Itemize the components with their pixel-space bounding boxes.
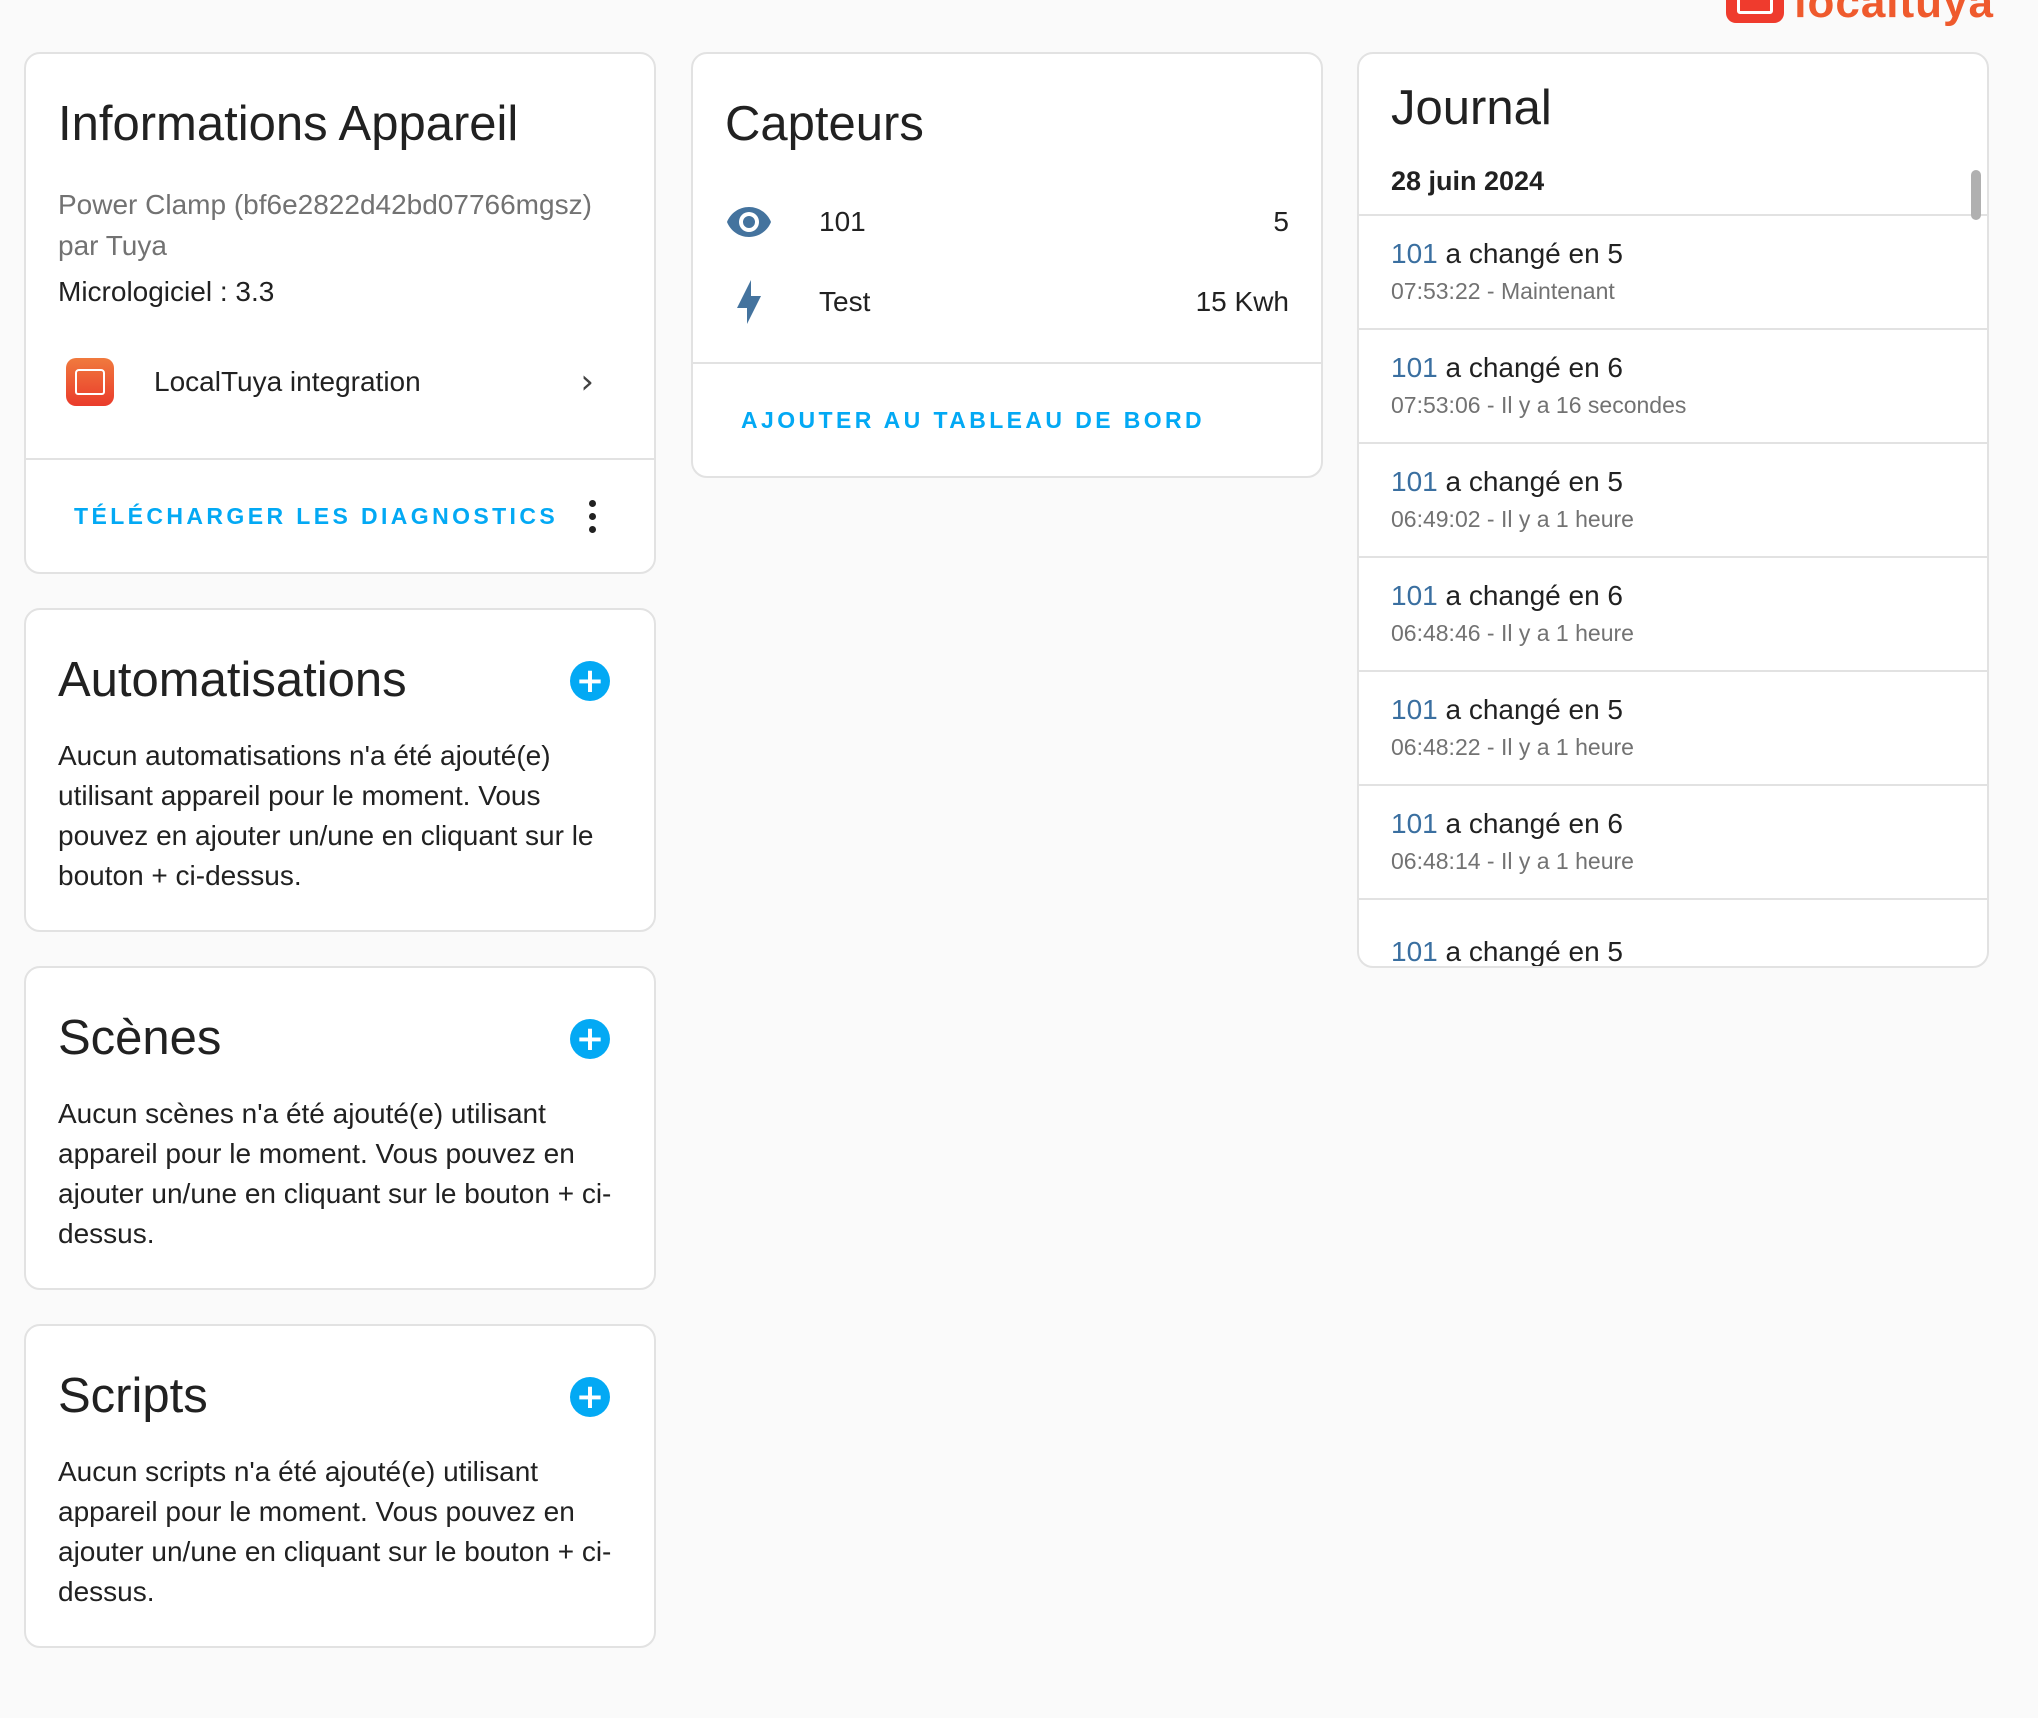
journal-title: Journal — [1391, 81, 1552, 135]
device-model-line: Power Clamp (bf6e2822d42bd07766mgsz) — [58, 188, 592, 220]
download-diagnostics-button[interactable]: TÉLÉCHARGER LES DIAGNOSTICS — [74, 503, 558, 530]
column-left: Informations Appareil Power Clamp (bf6e2… — [24, 52, 656, 1648]
column-middle: Capteurs 101 5 Test 15 Kwh AJOUTER AU TA… — [691, 52, 1323, 478]
add-scene-button[interactable]: + — [570, 1018, 610, 1059]
firmware-text: Micrologiciel : 3.3 — [58, 275, 275, 307]
scripts-title: Scripts — [58, 1369, 208, 1423]
column-right: Journal 28 juin 2024 101 a changé en 5 0… — [1357, 52, 1989, 968]
journal-entry: 101 a changé en 5 07:53:22 - Maintenant — [1359, 216, 1987, 330]
entry-time: 07:53:06 - Il y a 16 secondes — [1391, 392, 1687, 419]
entry-change-text: a changé en 6 — [1437, 808, 1623, 840]
chevron-right-icon: › — [580, 361, 594, 402]
entry-entity-link[interactable]: 101 — [1391, 238, 1438, 269]
entry-entity-link[interactable]: 101 — [1391, 580, 1438, 611]
device-model-text: Power Clamp (bf6e2822d42bd07766mgsz) par… — [26, 152, 654, 266]
entry-entity-link[interactable]: 101 — [1391, 808, 1438, 839]
journal-entry: 101 a changé en 5 06:48:22 - Il y a 1 he… — [1359, 672, 1987, 786]
entry-time: 06:48:14 - Il y a 1 heure — [1391, 848, 1634, 875]
entry-change-text: a changé en 6 — [1437, 352, 1623, 384]
entry-entity-link[interactable]: 101 — [1391, 352, 1438, 383]
sensor-value: 5 — [1273, 205, 1289, 237]
automations-title: Automatisations — [58, 653, 407, 707]
sensor-row-101[interactable]: 101 5 — [693, 182, 1321, 262]
device-info-card: Informations Appareil Power Clamp (bf6e2… — [24, 52, 656, 574]
sensors-title: Capteurs — [725, 97, 924, 151]
entry-time: 06:49:02 - Il y a 1 heure — [1391, 506, 1634, 533]
localtuya-logo-icon — [1726, 0, 1785, 23]
journal-entry: 101 a changé en 5 06:49:02 - Il y a 1 he… — [1359, 444, 1987, 558]
scripts-card: Scripts + Aucun scripts n'a été ajouté(e… — [24, 1324, 656, 1648]
entry-time: 07:53:22 - Maintenant — [1391, 278, 1615, 305]
journal-scrollbar[interactable] — [1971, 170, 1981, 220]
integration-label: LocalTuya integration — [154, 365, 421, 397]
entry-change-text: a changé en 5 — [1437, 238, 1623, 270]
journal-entry: 101 a changé en 6 07:53:06 - Il y a 16 s… — [1359, 330, 1987, 444]
device-manufacturer-line: par Tuya — [58, 229, 167, 261]
scenes-title: Scènes — [58, 1011, 222, 1065]
entry-change-text: a changé en 6 — [1437, 580, 1623, 612]
entry-change-text: a changé en 5 — [1437, 935, 1623, 967]
sensor-value: 15 Kwh — [1195, 285, 1289, 317]
automations-card: Automatisations + Aucun automatisations … — [24, 608, 656, 932]
add-script-button[interactable]: + — [570, 1376, 610, 1417]
sensor-name: 101 — [819, 205, 866, 237]
sensors-card: Capteurs 101 5 Test 15 Kwh AJOUTER AU TA… — [691, 52, 1323, 478]
automations-empty-text: Aucun automatisations n'a été ajouté(e) … — [58, 739, 594, 891]
scripts-empty-text: Aucun scripts n'a été ajouté(e) utilisan… — [58, 1455, 612, 1607]
localtuya-brand: localtuya — [1726, 0, 1994, 28]
integration-link[interactable]: LocalTuya integration › — [26, 332, 654, 432]
sensor-name: Test — [819, 285, 871, 317]
brand-name: localtuya — [1794, 0, 1994, 27]
sensor-row-test[interactable]: Test 15 Kwh — [693, 262, 1321, 342]
entry-entity-link[interactable]: 101 — [1391, 694, 1438, 725]
add-automation-button[interactable]: + — [570, 660, 610, 701]
journal-date-header: 28 juin 2024 — [1359, 136, 1987, 216]
localtuya-integration-icon — [66, 357, 114, 406]
journal-entry: 101 a changé en 6 06:48:46 - Il y a 1 he… — [1359, 558, 1987, 672]
more-options-icon[interactable] — [589, 499, 596, 533]
journal-entry: 101 a changé en 6 06:48:14 - Il y a 1 he… — [1359, 786, 1987, 900]
entry-entity-link[interactable]: 101 — [1391, 936, 1438, 966]
entry-time: 06:48:22 - Il y a 1 heure — [1391, 734, 1634, 761]
device-info-title: Informations Appareil — [58, 97, 519, 151]
entry-entity-link[interactable]: 101 — [1391, 466, 1438, 497]
lightning-icon — [725, 278, 773, 326]
entry-change-text: a changé en 5 — [1437, 694, 1623, 726]
scenes-card: Scènes + Aucun scènes n'a été ajouté(e) … — [24, 966, 656, 1290]
scenes-empty-text: Aucun scènes n'a été ajouté(e) utilisant… — [58, 1097, 612, 1249]
device-actions: TÉLÉCHARGER LES DIAGNOSTICS — [26, 458, 654, 572]
entry-change-text: a changé en 5 — [1437, 466, 1623, 498]
add-to-dashboard-button[interactable]: AJOUTER AU TABLEAU DE BORD — [741, 407, 1205, 434]
journal-entry: 101 a changé en 5 — [1359, 900, 1987, 967]
sensors-actions: AJOUTER AU TABLEAU DE BORD — [693, 362, 1321, 476]
journal-card: Journal 28 juin 2024 101 a changé en 5 0… — [1357, 52, 1989, 968]
entry-time: 06:48:46 - Il y a 1 heure — [1391, 620, 1634, 647]
eye-icon — [725, 198, 773, 246]
